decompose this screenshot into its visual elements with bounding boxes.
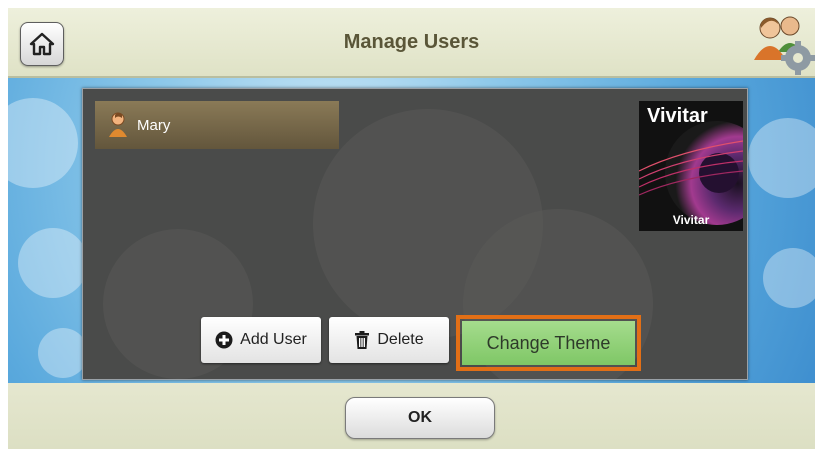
list-item-user-mary[interactable]: Mary (95, 101, 339, 149)
footer-bar: OK (8, 383, 815, 449)
theme-caption: Vivitar (672, 213, 710, 227)
header-bar: Manage Users (8, 8, 815, 78)
add-user-label: Add User (240, 331, 307, 348)
trash-icon (355, 331, 370, 349)
user-name: Mary (137, 116, 171, 134)
change-theme-label: Change Theme (486, 332, 611, 353)
ok-button[interactable]: OK (345, 397, 495, 439)
page-title: Manage Users (343, 31, 480, 53)
theme-thumbnail[interactable]: Vivitar Vivitar (639, 101, 743, 231)
plus-circle-icon (215, 331, 233, 349)
users-settings-icon[interactable] (750, 12, 815, 76)
ok-label: OK (408, 409, 432, 426)
delete-label: Delete (377, 331, 424, 348)
add-user-button[interactable]: Add User (201, 317, 321, 363)
delete-button[interactable]: Delete (329, 317, 449, 363)
change-theme-button[interactable]: Change Theme (462, 321, 635, 365)
theme-brand-text: Vivitar (647, 105, 708, 127)
user-icon (109, 112, 127, 137)
app-window: Manage Users Mary Vivitar Vivitar Add Us… (8, 8, 815, 449)
users-panel: Mary Vivitar Vivitar Add User Delete Cha… (82, 88, 748, 380)
